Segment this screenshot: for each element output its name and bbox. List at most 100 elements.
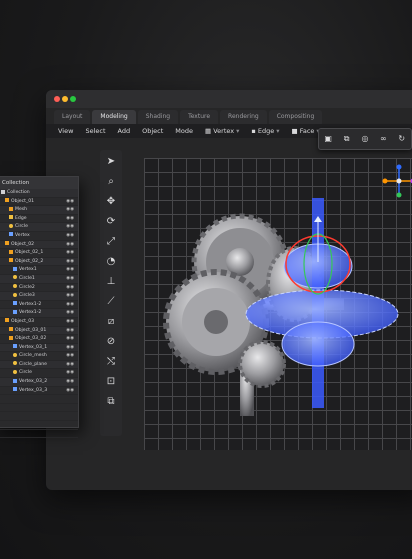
visibility-icon[interactable]: ◉◉: [66, 309, 74, 317]
visibility-icon[interactable]: ◉◉: [66, 361, 74, 369]
target-icon[interactable]: ◎: [360, 134, 370, 144]
outliner-item-label: Object_02_1: [15, 250, 44, 256]
outliner-item[interactable]: Circle_mesh ◉◉: [0, 352, 78, 361]
tab-shading[interactable]: Shading: [137, 110, 179, 124]
outliner-item[interactable]: Collection: [0, 189, 78, 198]
outliner-item[interactable]: Vertex_03_3 ◉◉: [0, 387, 78, 396]
outliner-item[interactable]: Vertex ◉◉: [0, 232, 78, 241]
outliner-item[interactable]: Object_03_02 ◉◉: [0, 335, 78, 344]
outliner-item[interactable]: Vertex_03_2 ◉◉: [0, 378, 78, 387]
outliner-item[interactable]: Vertex_03_1 ◉◉: [0, 343, 78, 353]
circle-icon: [9, 223, 13, 228]
visibility-icon[interactable]: ◉◉: [66, 241, 74, 249]
menu-view[interactable]: View: [58, 127, 73, 135]
outliner-item[interactable]: Circle1 ◉◉: [0, 274, 78, 284]
knife-icon[interactable]: ⧄: [103, 314, 119, 330]
outliner-item[interactable]: Vertex1-2 ◉◉: [0, 309, 78, 318]
vertex-select-mode[interactable]: ▦ Vertex ▾: [205, 127, 239, 135]
outliner-item[interactable]: Object_03_01 ◉◉: [0, 326, 78, 336]
tab-modeling[interactable]: Modeling: [92, 110, 136, 124]
outliner-item[interactable]: Object_02_1 ◉◉: [0, 249, 78, 258]
visibility-icon[interactable]: ◉◉: [66, 223, 74, 231]
measure-icon[interactable]: ⟋: [103, 294, 119, 310]
close-window-button[interactable]: [54, 96, 60, 102]
outliner-item[interactable]: Vertex1 ◉◉: [0, 266, 78, 275]
duplicate-icon[interactable]: ⧉: [342, 134, 352, 144]
outliner-item[interactable]: Edge ◉◉: [0, 215, 78, 224]
visibility-icon[interactable]: ◉◉: [66, 284, 74, 292]
maximize-window-button[interactable]: [70, 96, 76, 102]
object-icon: [5, 198, 9, 203]
outliner-item[interactable]: Vertex1-2 ◉◉: [0, 301, 78, 310]
outliner-item[interactable]: Circle ◉◉: [0, 369, 78, 379]
visibility-icon[interactable]: ◉◉: [66, 198, 74, 206]
visibility-icon[interactable]: ◉◉: [66, 378, 74, 386]
edge-icon: [9, 215, 13, 220]
menu-add[interactable]: Add: [118, 127, 131, 135]
outliner-item[interactable]: Circle3 ◉◉: [0, 292, 78, 301]
visibility-icon[interactable]: ◉◉: [66, 301, 74, 309]
object-icon: [9, 249, 13, 254]
menu-mode[interactable]: Mode: [175, 127, 193, 135]
object-icon: [9, 327, 13, 331]
outliner-item[interactable]: Circle ◉◉: [0, 223, 78, 232]
3d-viewport[interactable]: [144, 158, 412, 450]
visibility-icon[interactable]: ◉◉: [66, 275, 74, 283]
rotate-icon[interactable]: ⟳: [103, 214, 119, 230]
move-icon[interactable]: ✥: [103, 194, 119, 210]
outliner-item[interactable]: Mesh ◉◉: [0, 206, 78, 215]
tab-layout[interactable]: Layout: [54, 110, 91, 124]
refresh-icon[interactable]: ↻: [397, 134, 407, 144]
menu-select[interactable]: Select: [85, 127, 105, 135]
visibility-icon[interactable]: ◉◉: [66, 327, 74, 335]
annotate-icon[interactable]: ⊥: [103, 274, 119, 290]
tab-rendering[interactable]: Rendering: [220, 110, 267, 124]
visibility-icon[interactable]: ◉◉: [66, 258, 74, 266]
outliner-item-label: Object_01: [11, 198, 35, 204]
link-icon[interactable]: ∞: [378, 134, 388, 144]
visibility-icon[interactable]: ◉◉: [66, 369, 74, 377]
inset-icon[interactable]: ⧉: [103, 394, 119, 410]
outliner-item[interactable]: Object_02_2 ◉◉: [0, 257, 78, 267]
visibility-icon[interactable]: ◉◉: [66, 249, 74, 257]
visibility-icon[interactable]: ◉◉: [66, 318, 74, 326]
bevel-icon[interactable]: ⤭: [103, 354, 119, 370]
axis-gizmo[interactable]: [382, 164, 412, 198]
outliner-item-label: Circle3: [19, 293, 35, 299]
tab-compositing[interactable]: Compositing: [268, 110, 323, 124]
loop-cut-icon[interactable]: ⊘: [103, 334, 119, 350]
outliner-item[interactable]: Circle2 ◉◉: [0, 284, 78, 293]
face-select-mode[interactable]: ■ Face▾: [291, 127, 319, 135]
grid-icon: ▦: [204, 127, 214, 135]
minimize-window-button[interactable]: [62, 96, 68, 102]
gear-assembly-model: [163, 198, 399, 416]
transform-icon[interactable]: ◔: [103, 254, 119, 270]
object-icon: [9, 258, 13, 263]
outliner-item[interactable]: Object_02 ◉◉: [0, 240, 78, 250]
menu-object[interactable]: Object: [142, 127, 163, 135]
visibility-icon[interactable]: ◉◉: [66, 215, 74, 223]
visibility-icon[interactable]: ◉◉: [66, 352, 74, 360]
visibility-icon[interactable]: ◉◉: [66, 292, 74, 300]
frame-icon[interactable]: ▣: [323, 134, 333, 144]
cursor-icon[interactable]: ➤: [103, 154, 119, 170]
outliner-item-label: Vertex_03_3: [19, 387, 48, 393]
outliner-item[interactable]: Object_01 ◉◉: [0, 198, 78, 207]
vertex-icon: [13, 309, 17, 314]
scale-icon[interactable]: ⤢: [103, 234, 119, 250]
outliner-item[interactable]: Object_03 ◉◉: [0, 318, 78, 327]
visibility-icon[interactable]: ◉◉: [66, 266, 74, 274]
visibility-icon[interactable]: ◉◉: [66, 344, 74, 352]
outliner-item[interactable]: Circle_plane ◉◉: [0, 360, 78, 370]
outliner-item-label: Vertex1-2: [19, 310, 42, 316]
tab-texture[interactable]: Texture: [180, 110, 219, 124]
extrude-icon[interactable]: ⊡: [103, 374, 119, 390]
visibility-icon[interactable]: ◉◉: [66, 232, 74, 240]
outliner-item-label: Vertex1: [19, 267, 37, 273]
visibility-icon[interactable]: ◉◉: [66, 206, 74, 214]
visibility-icon[interactable]: ◉◉: [66, 387, 74, 395]
vertex-icon: [13, 266, 17, 271]
visibility-icon[interactable]: ◉◉: [66, 335, 74, 343]
edge-select-mode[interactable]: ▪ Edge ▾: [251, 127, 279, 135]
zoom-icon[interactable]: ⌕: [103, 174, 119, 190]
